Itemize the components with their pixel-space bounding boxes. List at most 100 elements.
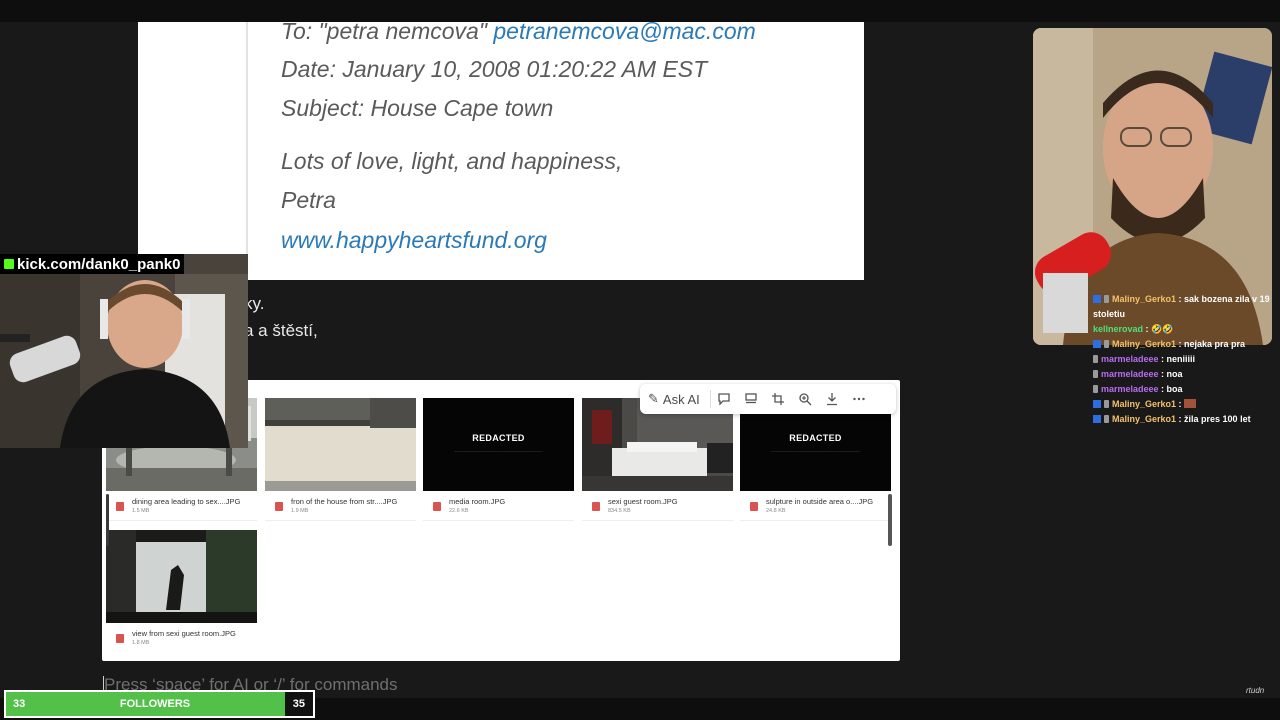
chat-username[interactable]: marmeladeee	[1101, 384, 1159, 394]
mod-badge-icon	[1093, 385, 1098, 393]
file-size: 22.6 KB	[449, 508, 469, 514]
tile-divider	[740, 520, 891, 521]
image-file-icon	[592, 502, 600, 511]
chat-text: žila pres 100 let	[1184, 414, 1251, 424]
chat-text: noa	[1166, 369, 1183, 379]
zoom-icon[interactable]	[792, 389, 819, 409]
mod-badge-icon	[1093, 370, 1098, 378]
email-to-line: To: "petra nemcova" petranemcova@mac.com	[281, 18, 756, 45]
chat-username[interactable]: Maliny_Gerko1	[1112, 339, 1176, 349]
email-gutter-divider	[246, 22, 248, 280]
tile-divider	[265, 520, 416, 521]
chat-text: 🤣🤣	[1151, 324, 1174, 334]
redacted-caption: ~~~~~~~~~~~~~~~~~~~~~~~~~~~~~~~~~~~~~~~~…	[771, 450, 860, 454]
kick-channel-banner: kick.com/dank0_pank0	[0, 254, 185, 274]
subscriber-badge-icon	[1093, 295, 1101, 303]
tile-divider	[423, 520, 574, 521]
chat-username[interactable]: Maliny_Gerko1	[1112, 399, 1176, 409]
chat-message: kellnerovad : 🤣🤣	[1093, 324, 1174, 334]
more-options-icon[interactable]	[846, 389, 873, 409]
chat-username[interactable]: marmeladeee	[1101, 369, 1159, 379]
file-size: 1.9 MB	[291, 508, 309, 514]
file-name: sexi guest room.JPG	[608, 497, 678, 506]
redacted-label: REDACTED	[789, 433, 842, 443]
subscriber-badge-icon	[1093, 340, 1101, 348]
mod-badge-icon	[1104, 400, 1109, 408]
gallery-left-scrollbar[interactable]	[106, 494, 109, 546]
chat-username[interactable]: kellnerovad	[1093, 324, 1143, 334]
file-tile[interactable]: view from sexi guest room.JPG 1.8 MB	[106, 530, 257, 654]
file-size: 24.8 KB	[766, 508, 786, 514]
file-tile[interactable]: sexi guest room.JPG 834.5 KB	[582, 398, 733, 522]
chat-username[interactable]: marmeladeee	[1101, 354, 1159, 364]
email-closing: Lots of love, light, and happiness,	[281, 148, 623, 174]
chat-text: nejaka pra pra	[1184, 339, 1246, 349]
file-thumbnail[interactable]	[265, 398, 416, 491]
chat-message: Maliny_Gerko1 :	[1093, 397, 1273, 412]
file-size: 1.8 MB	[132, 640, 150, 646]
file-name: fron of the house from str....JPG	[291, 497, 398, 506]
image-file-icon	[275, 502, 283, 511]
file-tile[interactable]: fron of the house from str....JPG 1.9 MB	[265, 398, 416, 522]
caption-icon[interactable]	[738, 389, 765, 409]
email-url-link[interactable]: www.happyheartsfund.org	[281, 227, 547, 254]
stream-chat: Maliny_Gerko1 : sak bozena zila v 19 sto…	[1093, 292, 1273, 427]
streamer-webcam-left	[0, 254, 248, 448]
chat-username[interactable]: Maliny_Gerko1	[1112, 294, 1176, 304]
chat-message: marmeladeee : noa	[1093, 367, 1273, 382]
file-thumbnail[interactable]: REDACTED ~~~~~~~~~~~~~~~~~~~~~~~~~~~~~~~…	[423, 398, 574, 491]
mod-badge-icon	[1104, 295, 1109, 303]
tile-divider	[106, 520, 257, 521]
comment-icon[interactable]	[711, 389, 738, 409]
file-size: 1.5 MB	[132, 508, 150, 514]
file-size: 834.5 KB	[608, 508, 631, 514]
stream-screen: To: "petra nemcova" petranemcova@mac.com…	[0, 0, 1280, 720]
followers-goal: 35	[284, 692, 313, 716]
image-file-icon	[116, 634, 124, 643]
chat-message: Maliny_Gerko1 : sak bozena zila v 19 sto…	[1093, 294, 1270, 319]
email-to-address[interactable]: petranemcova@mac.com	[493, 18, 755, 44]
download-icon[interactable]	[819, 389, 846, 409]
email-screenshot: To: "petra nemcova" petranemcova@mac.com…	[138, 18, 864, 280]
redacted-thumbnail: REDACTED ~~~~~~~~~~~~~~~~~~~~~~~~~~~~~~~…	[423, 398, 574, 491]
chat-username[interactable]: Maliny_Gerko1	[1112, 414, 1176, 424]
file-thumbnail[interactable]	[106, 530, 257, 623]
file-tile[interactable]: REDACTED ~~~~~~~~~~~~~~~~~~~~~~~~~~~~~~~…	[423, 398, 574, 522]
file-name: view from sexi guest room.JPG	[132, 629, 236, 638]
crop-icon[interactable]	[765, 389, 792, 409]
email-date: Date: January 10, 2008 01:20:22 AM EST	[281, 56, 708, 82]
chat-message: marmeladeee : neniiiii	[1093, 352, 1273, 367]
email-to-label: To: "petra nemcova"	[281, 18, 487, 44]
chat-text: boa	[1166, 384, 1183, 394]
kick-logo-icon	[4, 259, 14, 269]
mod-badge-icon	[1104, 415, 1109, 423]
image-toolbar: ✎ Ask AI	[640, 384, 896, 414]
doc-text-line-2: a a štěstí,	[244, 321, 318, 340]
ask-ai-button[interactable]: ✎ Ask AI	[648, 390, 711, 408]
tile-divider	[582, 520, 733, 521]
file-tile[interactable]: REDACTED ~~~~~~~~~~~~~~~~~~~~~~~~~~~~~~~…	[740, 398, 891, 522]
image-file-icon	[433, 502, 441, 511]
redacted-caption: ~~~~~~~~~~~~~~~~~~~~~~~~~~~~~~~~~~~~~~~~…	[454, 450, 543, 454]
file-name: media room.JPG	[449, 497, 506, 506]
chat-message: marmeladeee : boa	[1093, 382, 1273, 397]
file-name: sulpture in outside area o....JPG	[766, 497, 874, 506]
chat-message: Maliny_Gerko1 : žila pres 100 let	[1093, 412, 1273, 427]
chat-text: neniiiii	[1166, 354, 1196, 364]
followers-label: FOLLOWERS	[119, 698, 191, 710]
ask-ai-label: Ask AI	[662, 391, 700, 407]
mod-badge-icon	[1093, 355, 1098, 363]
watermark-logo: rtudn	[1246, 686, 1265, 695]
image-file-icon	[750, 502, 758, 511]
gallery-scrollbar[interactable]	[888, 494, 892, 546]
redacted-label: REDACTED	[472, 433, 525, 443]
image-file-icon	[116, 502, 124, 511]
subscriber-badge-icon	[1093, 415, 1101, 423]
chat-message: Maliny_Gerko1 : nejaka pra pra	[1093, 337, 1273, 352]
emote-icon	[1184, 399, 1197, 408]
email-signature: Petra	[281, 187, 336, 213]
followers-goal-bar: 33 FOLLOWERS 35	[4, 690, 315, 718]
file-name: dining area leading to sex....JPG	[132, 497, 241, 506]
mod-badge-icon	[1104, 340, 1109, 348]
sparkle-icon: ✎	[648, 391, 659, 406]
